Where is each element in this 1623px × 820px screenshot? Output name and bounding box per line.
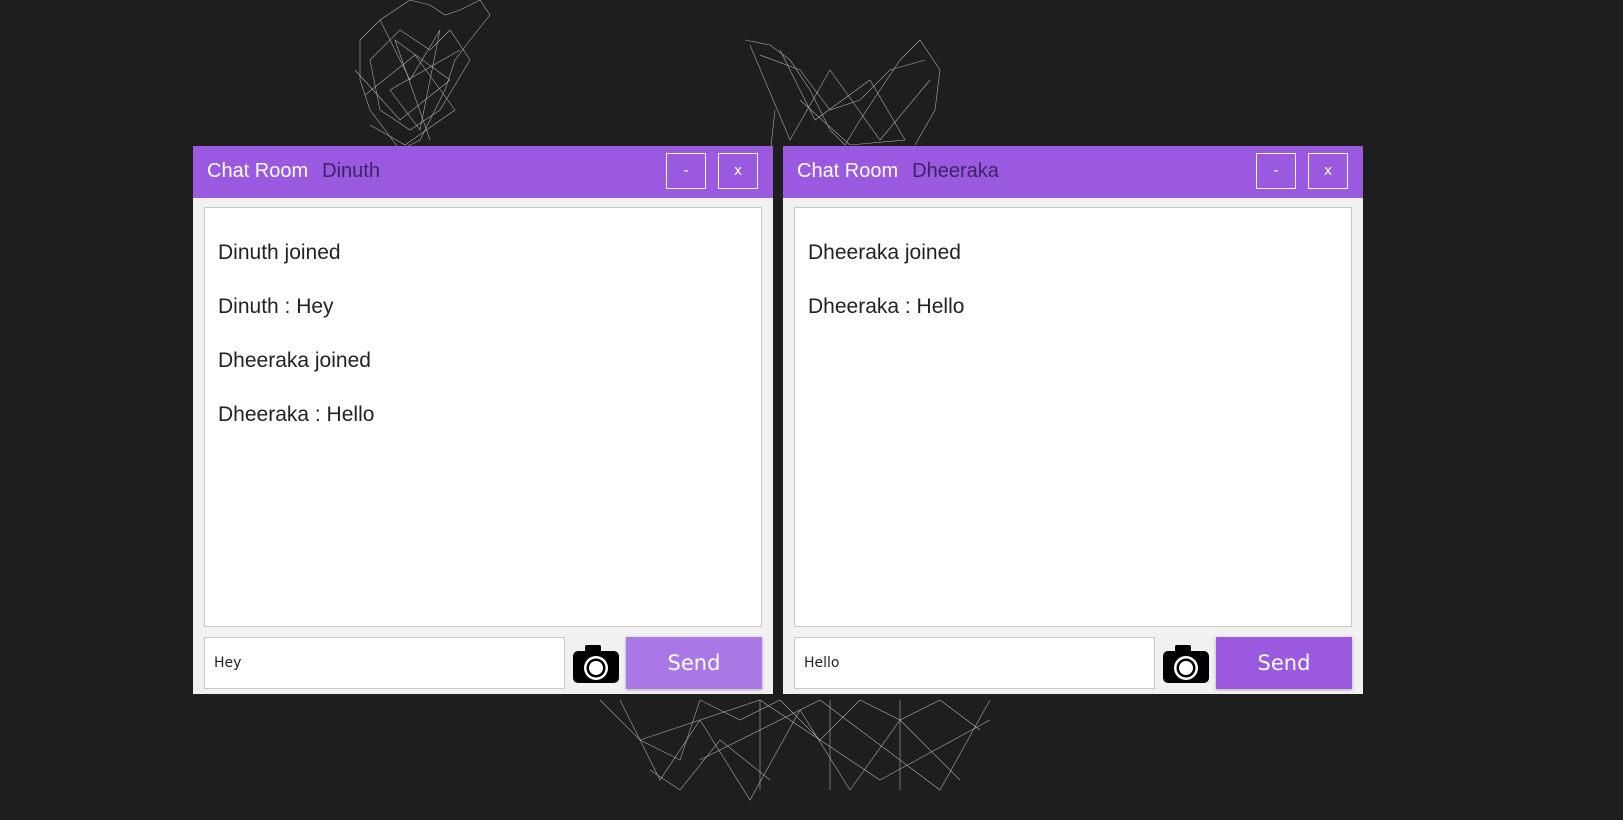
window-title: Chat Room Dheeraka [797, 160, 999, 183]
close-button[interactable]: x [1308, 153, 1348, 189]
username-label: Dinuth [322, 160, 380, 182]
message-input[interactable] [794, 637, 1155, 689]
chat-room-label: Chat Room [207, 160, 309, 182]
camera-icon [1163, 645, 1209, 683]
close-icon: x [733, 163, 743, 179]
send-button[interactable]: Send [626, 637, 762, 689]
camera-button[interactable] [571, 642, 621, 686]
message-list[interactable]: Dheeraka joined Dheeraka : Hello [794, 207, 1352, 627]
message-item: Dheeraka : Hello [218, 403, 375, 426]
chat-window-left: Chat Room Dinuth - x Dinuth joined Dinuth… [193, 146, 773, 694]
minimize-icon: - [1273, 163, 1279, 179]
title-bar: Chat Room Dinuth - x [193, 146, 773, 198]
window-title: Chat Room Dinuth [207, 160, 380, 183]
minimize-button[interactable]: - [1256, 153, 1296, 189]
close-icon: x [1323, 163, 1333, 179]
username-label: Dheeraka [912, 160, 999, 182]
message-item: Dheeraka joined [218, 349, 371, 372]
message-input[interactable] [204, 637, 565, 689]
minimize-button[interactable]: - [666, 153, 706, 189]
title-bar: Chat Room Dheeraka - x [783, 146, 1363, 198]
camera-button[interactable] [1161, 642, 1211, 686]
message-list[interactable]: Dinuth joined Dinuth : Hey Dheeraka join… [204, 207, 762, 627]
camera-icon [573, 645, 619, 683]
message-item: Dheeraka joined [808, 241, 961, 264]
message-item: Dinuth : Hey [218, 295, 334, 318]
send-button[interactable]: Send [1216, 637, 1352, 689]
message-item: Dinuth joined [218, 241, 341, 264]
message-item: Dheeraka : Hello [808, 295, 965, 318]
close-button[interactable]: x [718, 153, 758, 189]
chat-room-label: Chat Room [797, 160, 899, 182]
chat-window-right: Chat Room Dheeraka - x Dheeraka joined Dh… [783, 146, 1363, 694]
minimize-icon: - [683, 163, 689, 179]
